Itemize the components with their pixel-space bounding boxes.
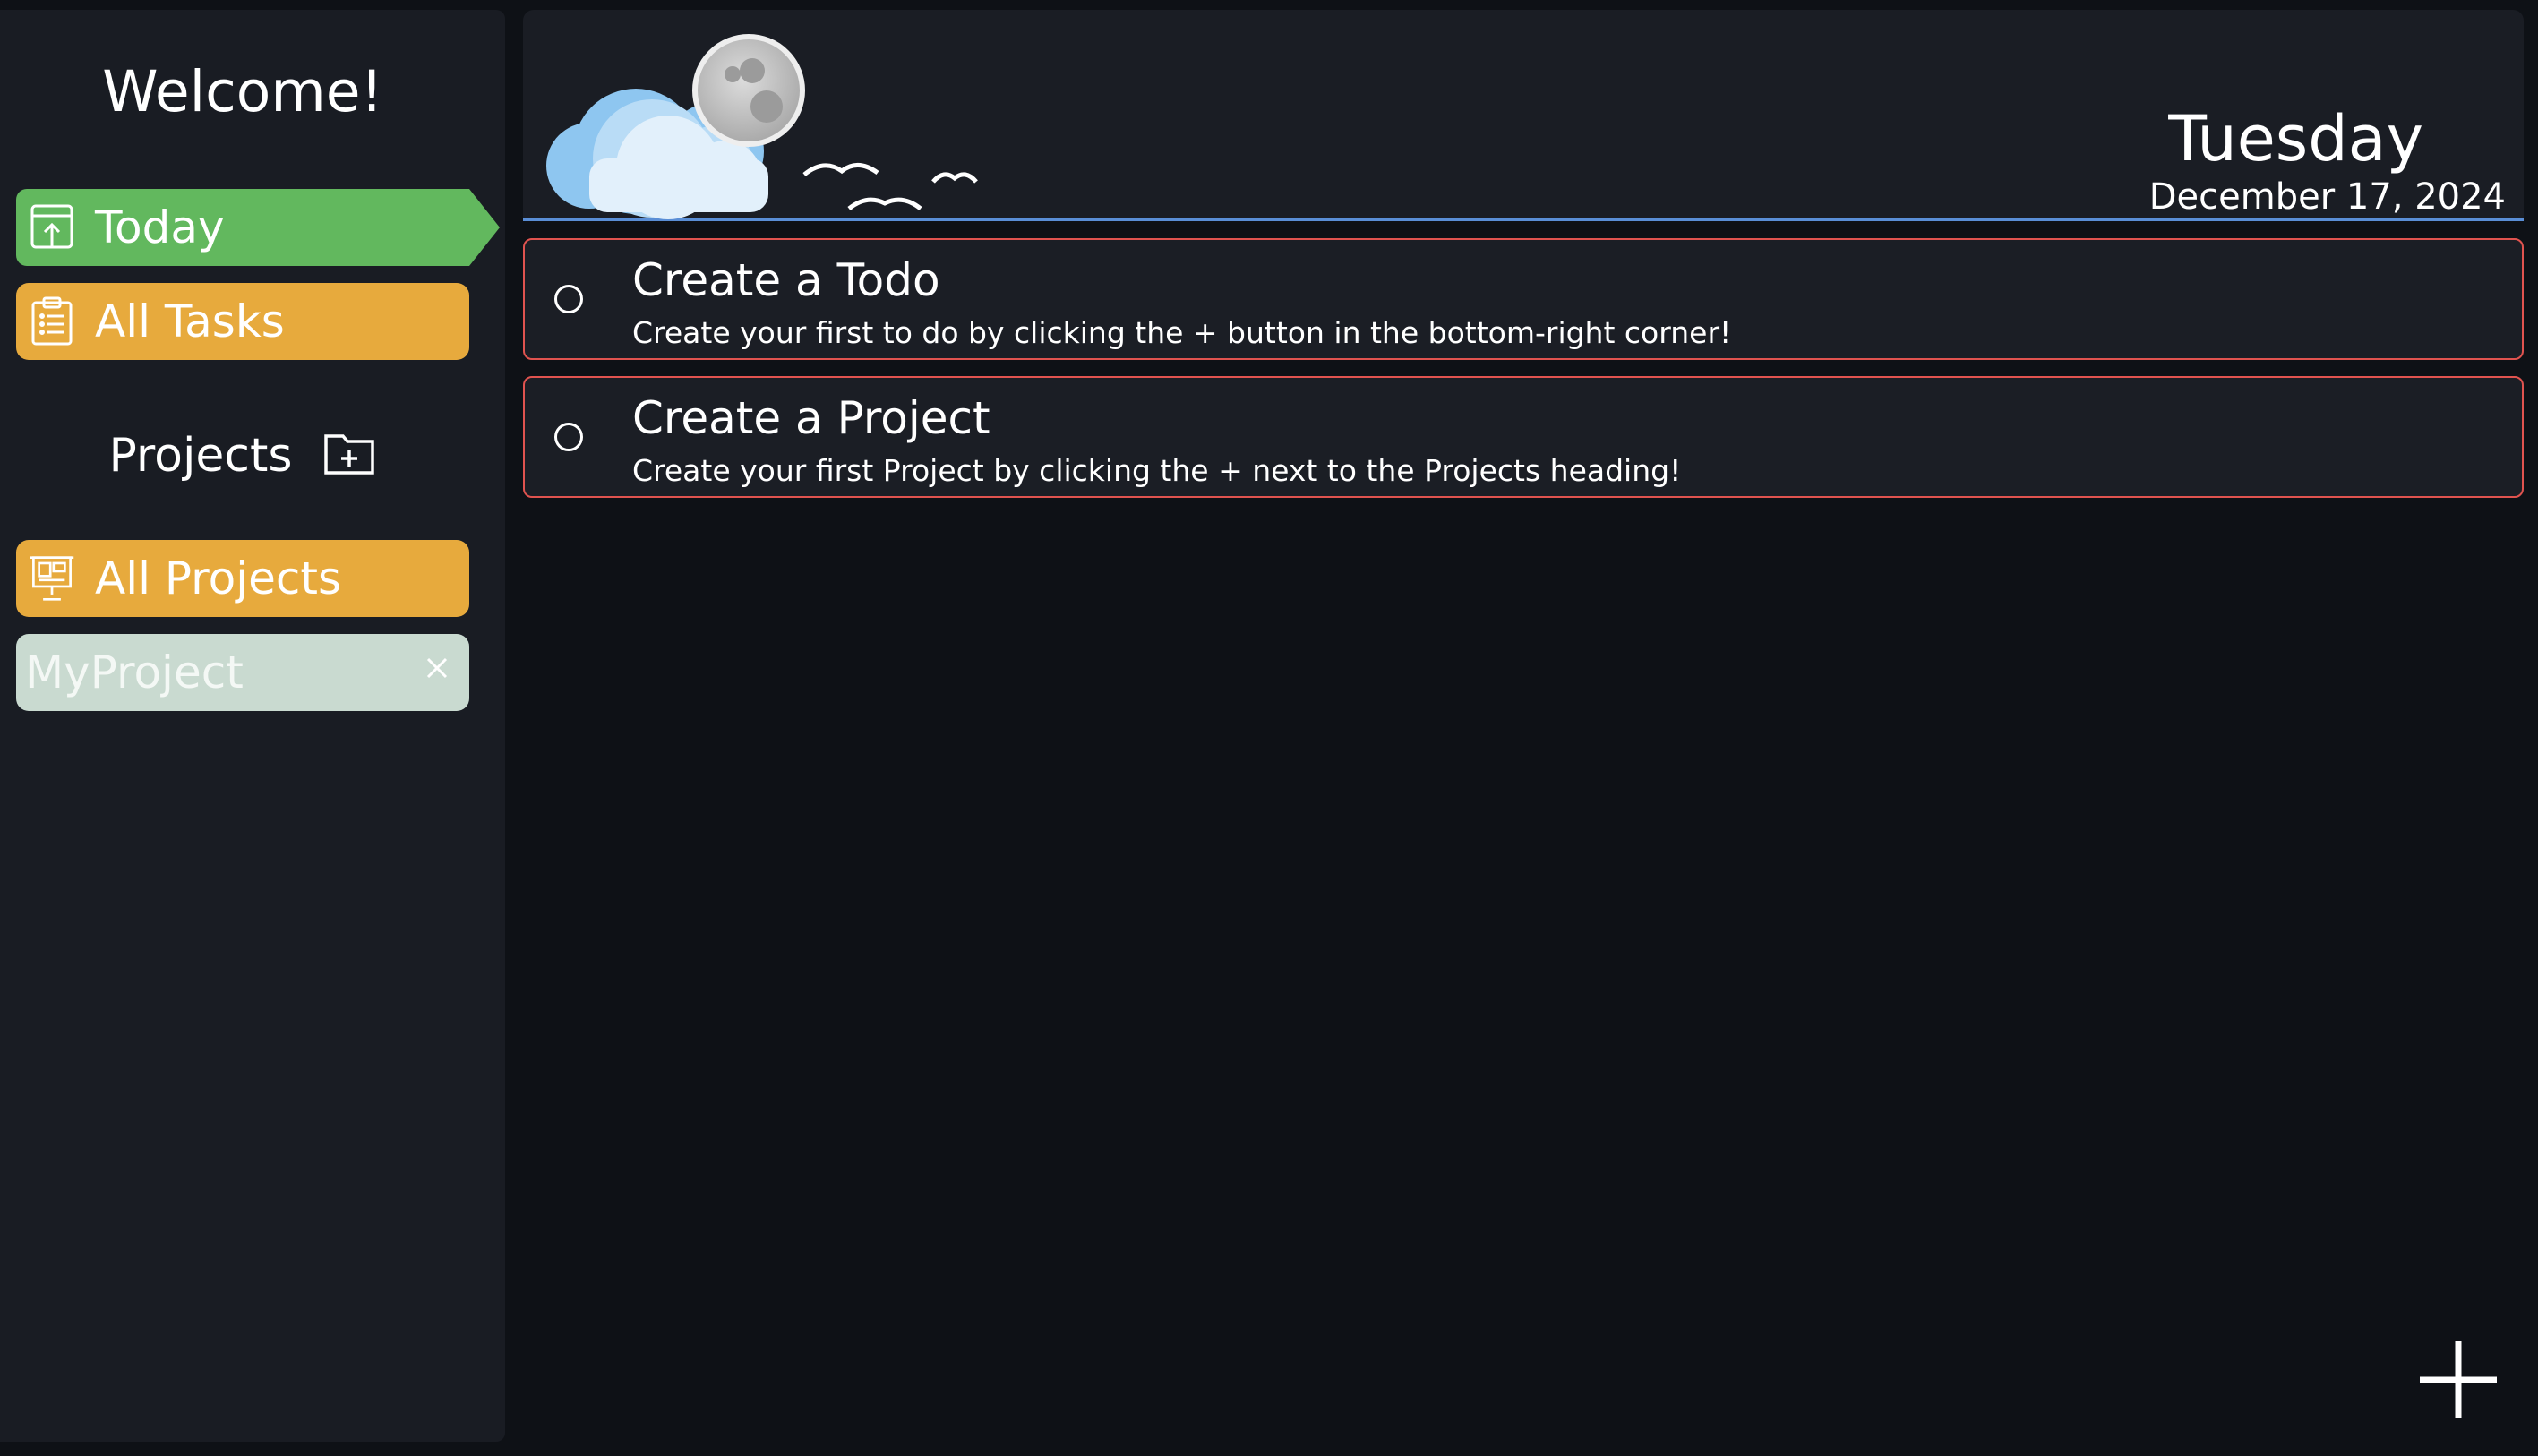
todo-complete-radio[interactable] — [554, 423, 583, 451]
nav-item-all-projects[interactable]: All Projects — [16, 540, 469, 617]
sidebar: Welcome! Today All Tasks Projects All Pr… — [0, 10, 505, 1442]
todo-description: Create your first to do by clicking the … — [632, 315, 1732, 350]
welcome-heading: Welcome! — [102, 59, 383, 124]
todo-card[interactable]: Create a Todo Create your first to do by… — [523, 238, 2524, 360]
project-item[interactable]: MyProject — [16, 634, 469, 711]
projects-heading-label: Projects — [108, 429, 293, 483]
nav-item-today[interactable]: Today — [16, 189, 500, 266]
todo-description: Create your first Project by clicking th… — [632, 453, 1682, 488]
project-item-label: MyProject — [25, 647, 244, 698]
add-todo-button[interactable] — [2418, 1340, 2499, 1420]
todo-title: Create a Project — [632, 392, 990, 444]
nav-item-today-label: Today — [95, 201, 225, 253]
calendar-upload-icon — [29, 201, 75, 254]
todo-card[interactable]: Create a Project Create your first Proje… — [523, 376, 2524, 498]
todo-title: Create a Todo — [632, 254, 940, 306]
projects-heading: Projects — [0, 429, 485, 483]
nav-item-all-projects-label: All Projects — [95, 552, 341, 604]
todo-complete-radio[interactable] — [554, 285, 583, 313]
presentation-board-icon — [29, 552, 75, 605]
today-header: Tuesday December 17, 2024 — [523, 10, 2524, 221]
clipboard-list-icon — [29, 295, 75, 348]
nav-item-all-tasks-label: All Tasks — [95, 295, 285, 347]
header-date: December 17, 2024 — [2148, 176, 2506, 218]
folder-plus-icon[interactable] — [323, 431, 377, 481]
plus-icon — [2420, 1341, 2497, 1418]
close-icon[interactable] — [419, 650, 455, 686]
nav-item-all-tasks[interactable]: All Tasks — [16, 283, 469, 360]
header-day: Tuesday — [2168, 102, 2423, 176]
weather-night-icon — [546, 34, 978, 219]
